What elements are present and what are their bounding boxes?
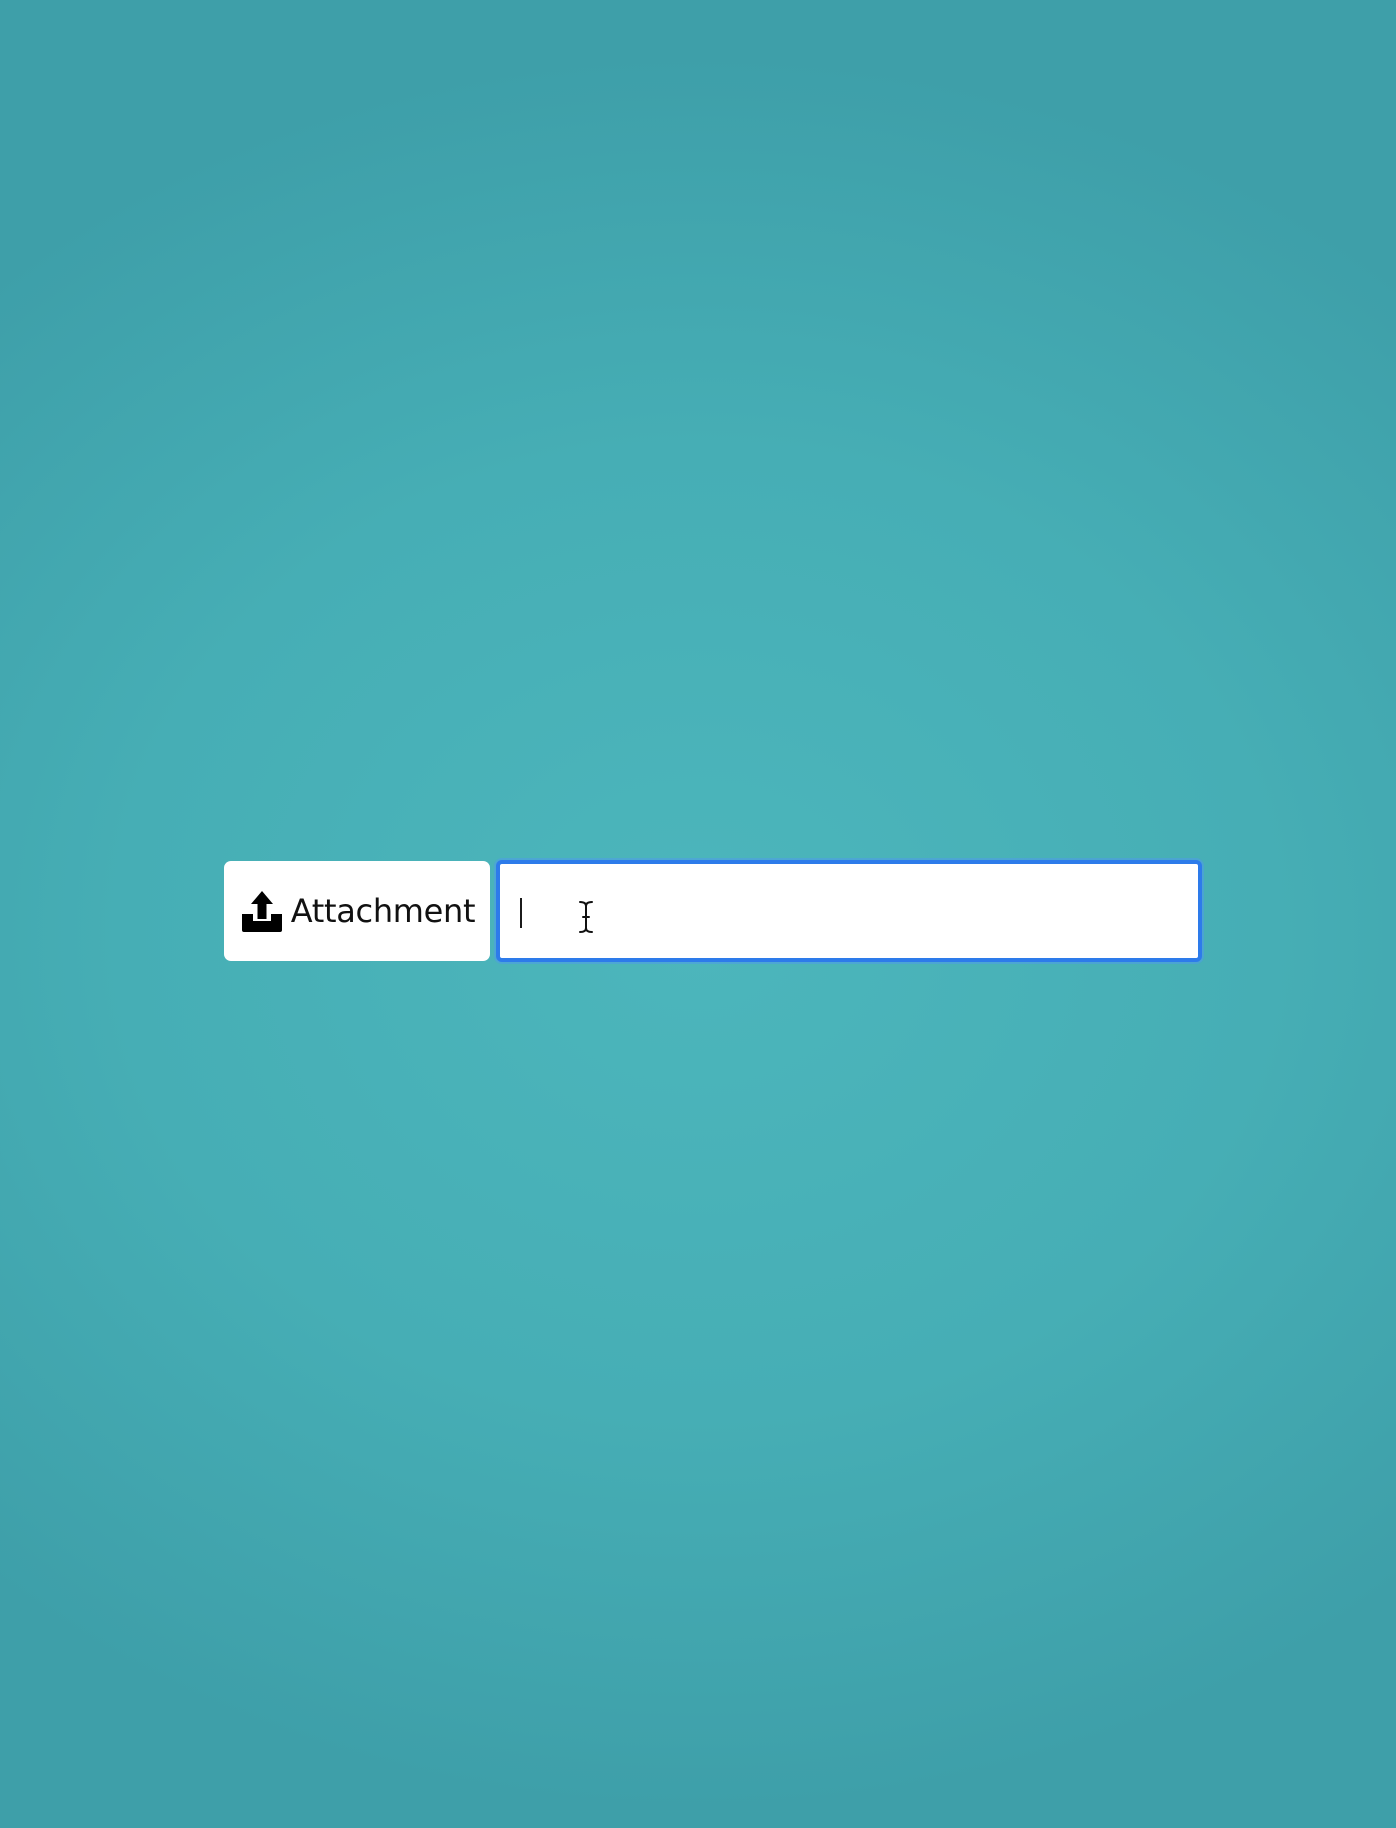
attachment-toolbar: Attachment (224, 860, 1202, 962)
attachment-button[interactable]: Attachment (224, 861, 490, 961)
text-cursor-icon (578, 900, 594, 934)
message-input[interactable] (496, 860, 1202, 962)
text-caret (520, 898, 522, 928)
upload-icon (239, 889, 285, 933)
attachment-button-label: Attachment (290, 892, 476, 930)
